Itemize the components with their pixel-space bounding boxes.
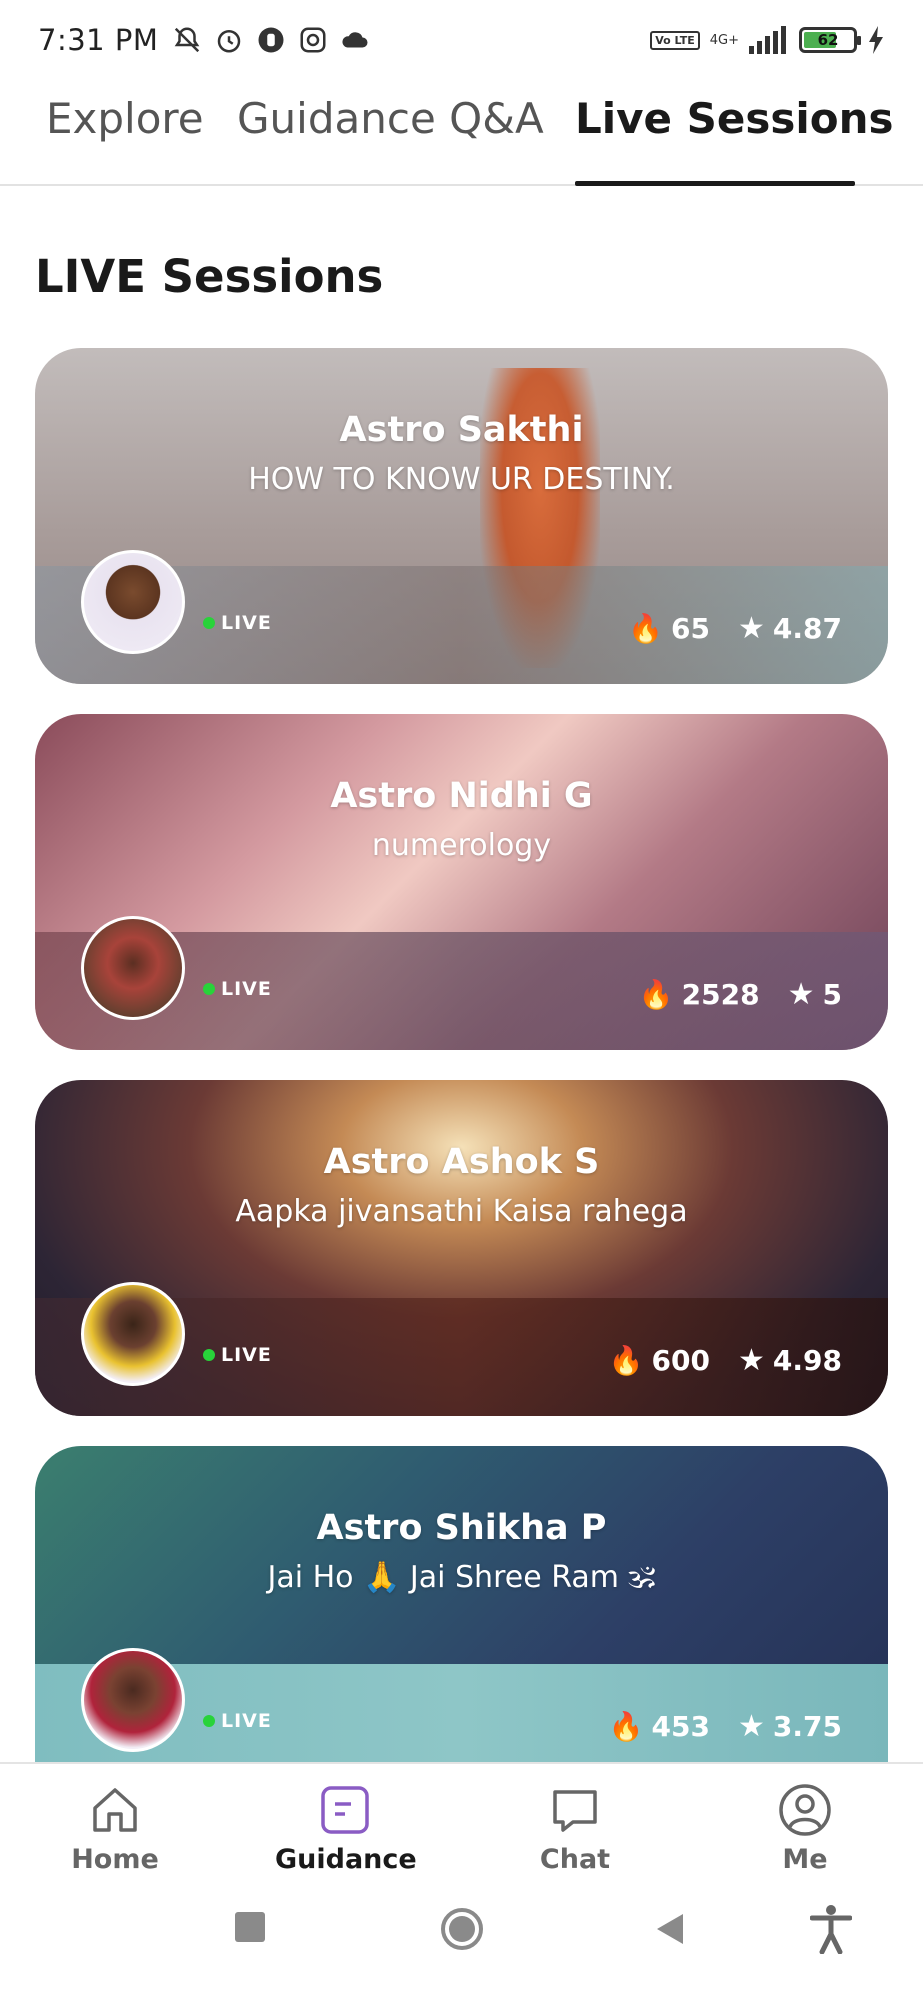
active-tab-indicator xyxy=(575,181,855,186)
session-stats: 🔥 2528 ★ 5 xyxy=(639,977,842,1012)
astrologer-name: Astro Nidhi G xyxy=(330,776,593,816)
astrologer-name: Astro Sakthi xyxy=(339,410,584,450)
nav-guidance[interactable]: Guidance xyxy=(275,1782,417,1875)
tab-guidance-qa[interactable]: Guidance Q&A xyxy=(237,94,544,143)
star-icon: ★ xyxy=(787,977,815,1012)
session-stats: 🔥 600 ★ 4.98 xyxy=(609,1343,842,1378)
rating-value: 5 xyxy=(822,978,842,1011)
signal-icon xyxy=(749,26,786,54)
fire-icon: 🔥 xyxy=(628,612,664,645)
alarm-icon xyxy=(218,30,241,53)
profile-icon xyxy=(779,1784,831,1836)
fire-icon: 🔥 xyxy=(638,978,674,1011)
section-title: LIVE Sessions xyxy=(35,250,384,303)
astrologer-name: Astro Ashok S xyxy=(323,1142,600,1182)
live-label: LIVE xyxy=(221,1344,272,1366)
live-session-card[interactable]: Astro Sakthi HOW TO KNOW UR DESTINY. LIV… xyxy=(35,348,888,684)
status-notification-icons xyxy=(172,25,370,55)
live-indicator: LIVE xyxy=(203,1344,272,1366)
instagram-icon xyxy=(300,27,326,53)
nav-home[interactable]: Home xyxy=(45,1782,185,1875)
astrologer-name: Astro Shikha P xyxy=(316,1508,607,1548)
nav-home-label: Home xyxy=(71,1844,159,1875)
live-session-card[interactable]: Astro Nidhi G numerology LIVE 🔥 2528 ★ 5 xyxy=(35,714,888,1050)
live-session-card[interactable]: Astro Ashok S Aapka jivansathi Kaisa rah… xyxy=(35,1080,888,1416)
astrologer-avatar[interactable] xyxy=(81,1648,185,1752)
views-count: 453 xyxy=(651,1710,710,1743)
battery-icon: 62 xyxy=(799,27,861,53)
rating-value: 3.75 xyxy=(772,1710,842,1743)
live-indicator: LIVE xyxy=(203,612,272,634)
guidance-icon xyxy=(321,1786,369,1834)
app-notification-icon xyxy=(258,27,284,53)
nav-chat-label: Chat xyxy=(539,1844,611,1875)
rating-value: 4.98 xyxy=(772,1344,842,1377)
cloud-icon xyxy=(342,32,368,48)
star-icon: ★ xyxy=(738,611,765,646)
astrologer-avatar[interactable] xyxy=(81,1282,185,1386)
astrologer-avatar[interactable] xyxy=(81,916,185,1020)
views-count: 65 xyxy=(671,612,710,645)
views-count: 600 xyxy=(651,1344,710,1377)
live-dot-icon xyxy=(203,1715,215,1727)
fire-icon: 🔥 xyxy=(608,1344,644,1377)
session-stats: 🔥 65 ★ 4.87 xyxy=(628,611,842,646)
astrologer-avatar[interactable] xyxy=(81,550,185,654)
accessibility-icon[interactable] xyxy=(810,1904,852,1954)
back-button[interactable] xyxy=(655,1912,685,1946)
rating-value: 4.87 xyxy=(772,612,842,645)
tab-live-sessions[interactable]: Live Sessions xyxy=(575,94,894,143)
muted-bell-icon xyxy=(175,27,200,53)
volte-badge: Vo LTE xyxy=(650,30,700,50)
top-tabs: Explore Guidance Q&A Live Sessions xyxy=(0,80,923,186)
status-time: 7:31 PM xyxy=(38,23,159,57)
live-session-card[interactable]: Astro Shikha P Jai Ho 🙏 Jai Shree Ram 🕉 … xyxy=(35,1446,888,1762)
fire-icon: 🔥 xyxy=(608,1710,644,1743)
session-topic: Jai Ho 🙏 Jai Shree Ram 🕉 xyxy=(267,1560,656,1595)
star-icon: ★ xyxy=(738,1343,765,1378)
live-dot-icon xyxy=(203,1349,215,1361)
status-system-icons: Vo LTE 4G+ 62 xyxy=(650,26,885,54)
star-icon: ★ xyxy=(738,1709,765,1744)
live-indicator: LIVE xyxy=(203,1710,272,1732)
live-label: LIVE xyxy=(221,1710,272,1732)
battery-level: 62 xyxy=(817,31,839,49)
charging-icon xyxy=(869,26,883,54)
system-navigation-bar xyxy=(0,1890,923,2000)
recents-button[interactable] xyxy=(235,1912,265,1942)
live-dot-icon xyxy=(203,617,215,629)
nav-me[interactable]: Me xyxy=(735,1782,875,1875)
bottom-navigation: Home Guidance Chat Me xyxy=(0,1762,923,1882)
status-bar: 7:31 PM Vo LTE 4G+ 62 xyxy=(0,0,923,80)
views-count: 2528 xyxy=(681,978,760,1011)
live-dot-icon xyxy=(203,983,215,995)
nav-chat[interactable]: Chat xyxy=(505,1782,645,1875)
session-topic: numerology xyxy=(371,828,552,863)
tab-explore[interactable]: Explore xyxy=(46,94,204,143)
nav-me-label: Me xyxy=(782,1844,828,1875)
session-topic: Aapka jivansathi Kaisa rahega xyxy=(235,1194,688,1229)
nav-guidance-label: Guidance xyxy=(275,1844,417,1875)
live-indicator: LIVE xyxy=(203,978,272,1000)
session-topic: HOW TO KNOW UR DESTINY. xyxy=(248,462,675,497)
session-stats: 🔥 453 ★ 3.75 xyxy=(609,1709,842,1744)
live-label: LIVE xyxy=(221,978,272,1000)
home-icon xyxy=(93,1788,137,1832)
live-label: LIVE xyxy=(221,612,272,634)
network-type: 4G+ xyxy=(709,32,739,48)
chat-icon xyxy=(553,1790,597,1832)
home-button[interactable] xyxy=(440,1907,484,1951)
